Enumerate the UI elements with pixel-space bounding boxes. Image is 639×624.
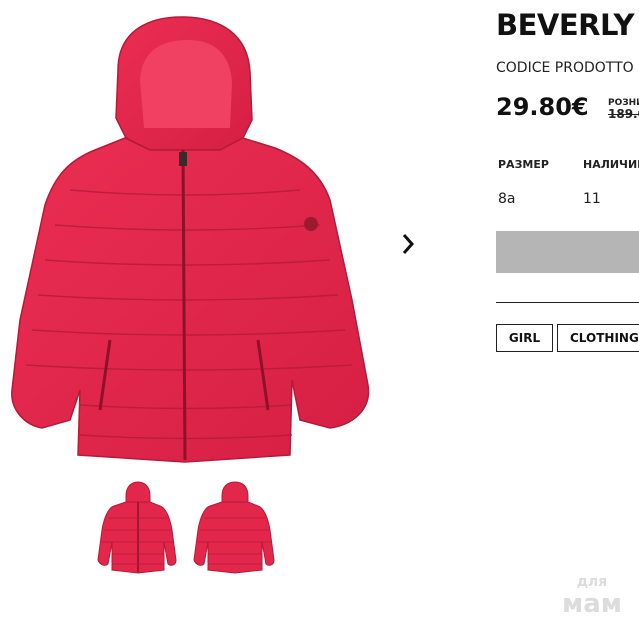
main-product-image: [0, 0, 420, 475]
next-image-button[interactable]: [396, 230, 420, 258]
tag-girl[interactable]: GIRL: [496, 324, 553, 352]
product-title: BEVERLY: [496, 8, 634, 42]
stock-column-header: НАЛИЧИЕ: [583, 158, 639, 171]
product-code-label: CODICE PRODOTTO: [496, 60, 634, 76]
svg-text:для: для: [577, 574, 608, 590]
stock-value: 11: [583, 191, 601, 207]
size-column-header: РАЗМЕР: [498, 158, 549, 171]
chevron-right-icon: [402, 234, 415, 254]
add-to-cart-button[interactable]: [496, 231, 639, 273]
old-price: 189.0: [608, 107, 639, 121]
divider: [496, 302, 639, 303]
size-value: 8a: [498, 191, 516, 207]
watermark-logo: для мам: [552, 572, 632, 619]
thumbnail-back[interactable]: [188, 478, 282, 578]
svg-text:мам: мам: [562, 589, 622, 618]
product-price: 29.80€: [496, 93, 589, 121]
tag-clothing[interactable]: CLOTHING: [557, 324, 639, 352]
thumbnail-front[interactable]: [88, 478, 182, 578]
thumbnail-strip: [88, 478, 288, 578]
